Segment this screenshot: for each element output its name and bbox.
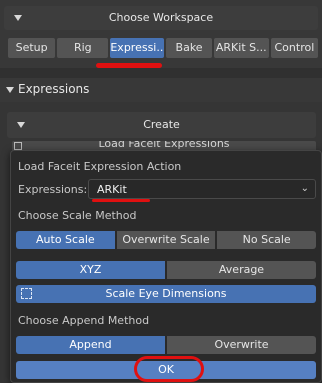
create-subpanel-title: Create <box>143 118 180 131</box>
workspace-tabs: Setup Rig Expressi... Bake ARKit S... Co… <box>8 38 318 58</box>
tab-expressions[interactable]: Expressi... <box>110 38 165 58</box>
scale-axes-selector: XYZ Average <box>16 261 316 279</box>
load-expressions-label: Load Faceit Expressions <box>98 141 230 150</box>
scale-eye-dimensions-label: Scale Eye Dimensions <box>105 287 227 300</box>
tab-setup[interactable]: Setup <box>8 38 56 58</box>
dialog-title: Load Faceit Expression Action <box>18 160 182 173</box>
tab-rig[interactable]: Rig <box>57 38 109 58</box>
scale-icon <box>21 288 32 299</box>
scale-eye-dimensions-button[interactable]: Scale Eye Dimensions <box>16 285 316 303</box>
scale-method-selector: Auto Scale Overwrite Scale No Scale <box>16 231 317 249</box>
append-method-selector: Append Overwrite <box>16 336 316 354</box>
append-method-label: Choose Append Method <box>18 314 150 327</box>
expressions-field-label: Expressions: <box>18 183 88 196</box>
annotation-underline-dropdown <box>92 199 150 202</box>
average-option[interactable]: Average <box>167 261 316 279</box>
workspace-header[interactable]: Choose Workspace <box>4 6 318 30</box>
chevron-down-icon: ⌄ <box>300 183 309 194</box>
annotation-underline-tab <box>96 63 162 68</box>
overwrite-option[interactable]: Overwrite <box>167 336 316 354</box>
xyz-option[interactable]: XYZ <box>16 261 165 279</box>
create-subpanel-header[interactable]: Create <box>7 112 316 138</box>
expressions-dropdown-value: ARKit <box>97 183 127 196</box>
tab-arkit-shapes[interactable]: ARKit S... <box>213 38 269 58</box>
scale-method-label: Choose Scale Method <box>18 209 137 222</box>
expressions-dropdown[interactable]: ARKit ⌄ <box>88 179 316 199</box>
no-scale-option[interactable]: No Scale <box>217 231 317 249</box>
tab-bake[interactable]: Bake <box>166 38 212 58</box>
workspace-title: Choose Workspace <box>108 11 214 24</box>
append-option[interactable]: Append <box>16 336 165 354</box>
auto-scale-option[interactable]: Auto Scale <box>16 231 115 249</box>
collapse-triangle-icon <box>6 87 14 93</box>
expressions-panel-header[interactable]: Expressions <box>0 78 322 102</box>
overwrite-scale-option[interactable]: Overwrite Scale <box>116 231 216 249</box>
tab-control[interactable]: Control <box>270 38 318 58</box>
annotation-circle-ok <box>134 356 204 382</box>
expressions-panel-title: Expressions <box>18 82 90 96</box>
